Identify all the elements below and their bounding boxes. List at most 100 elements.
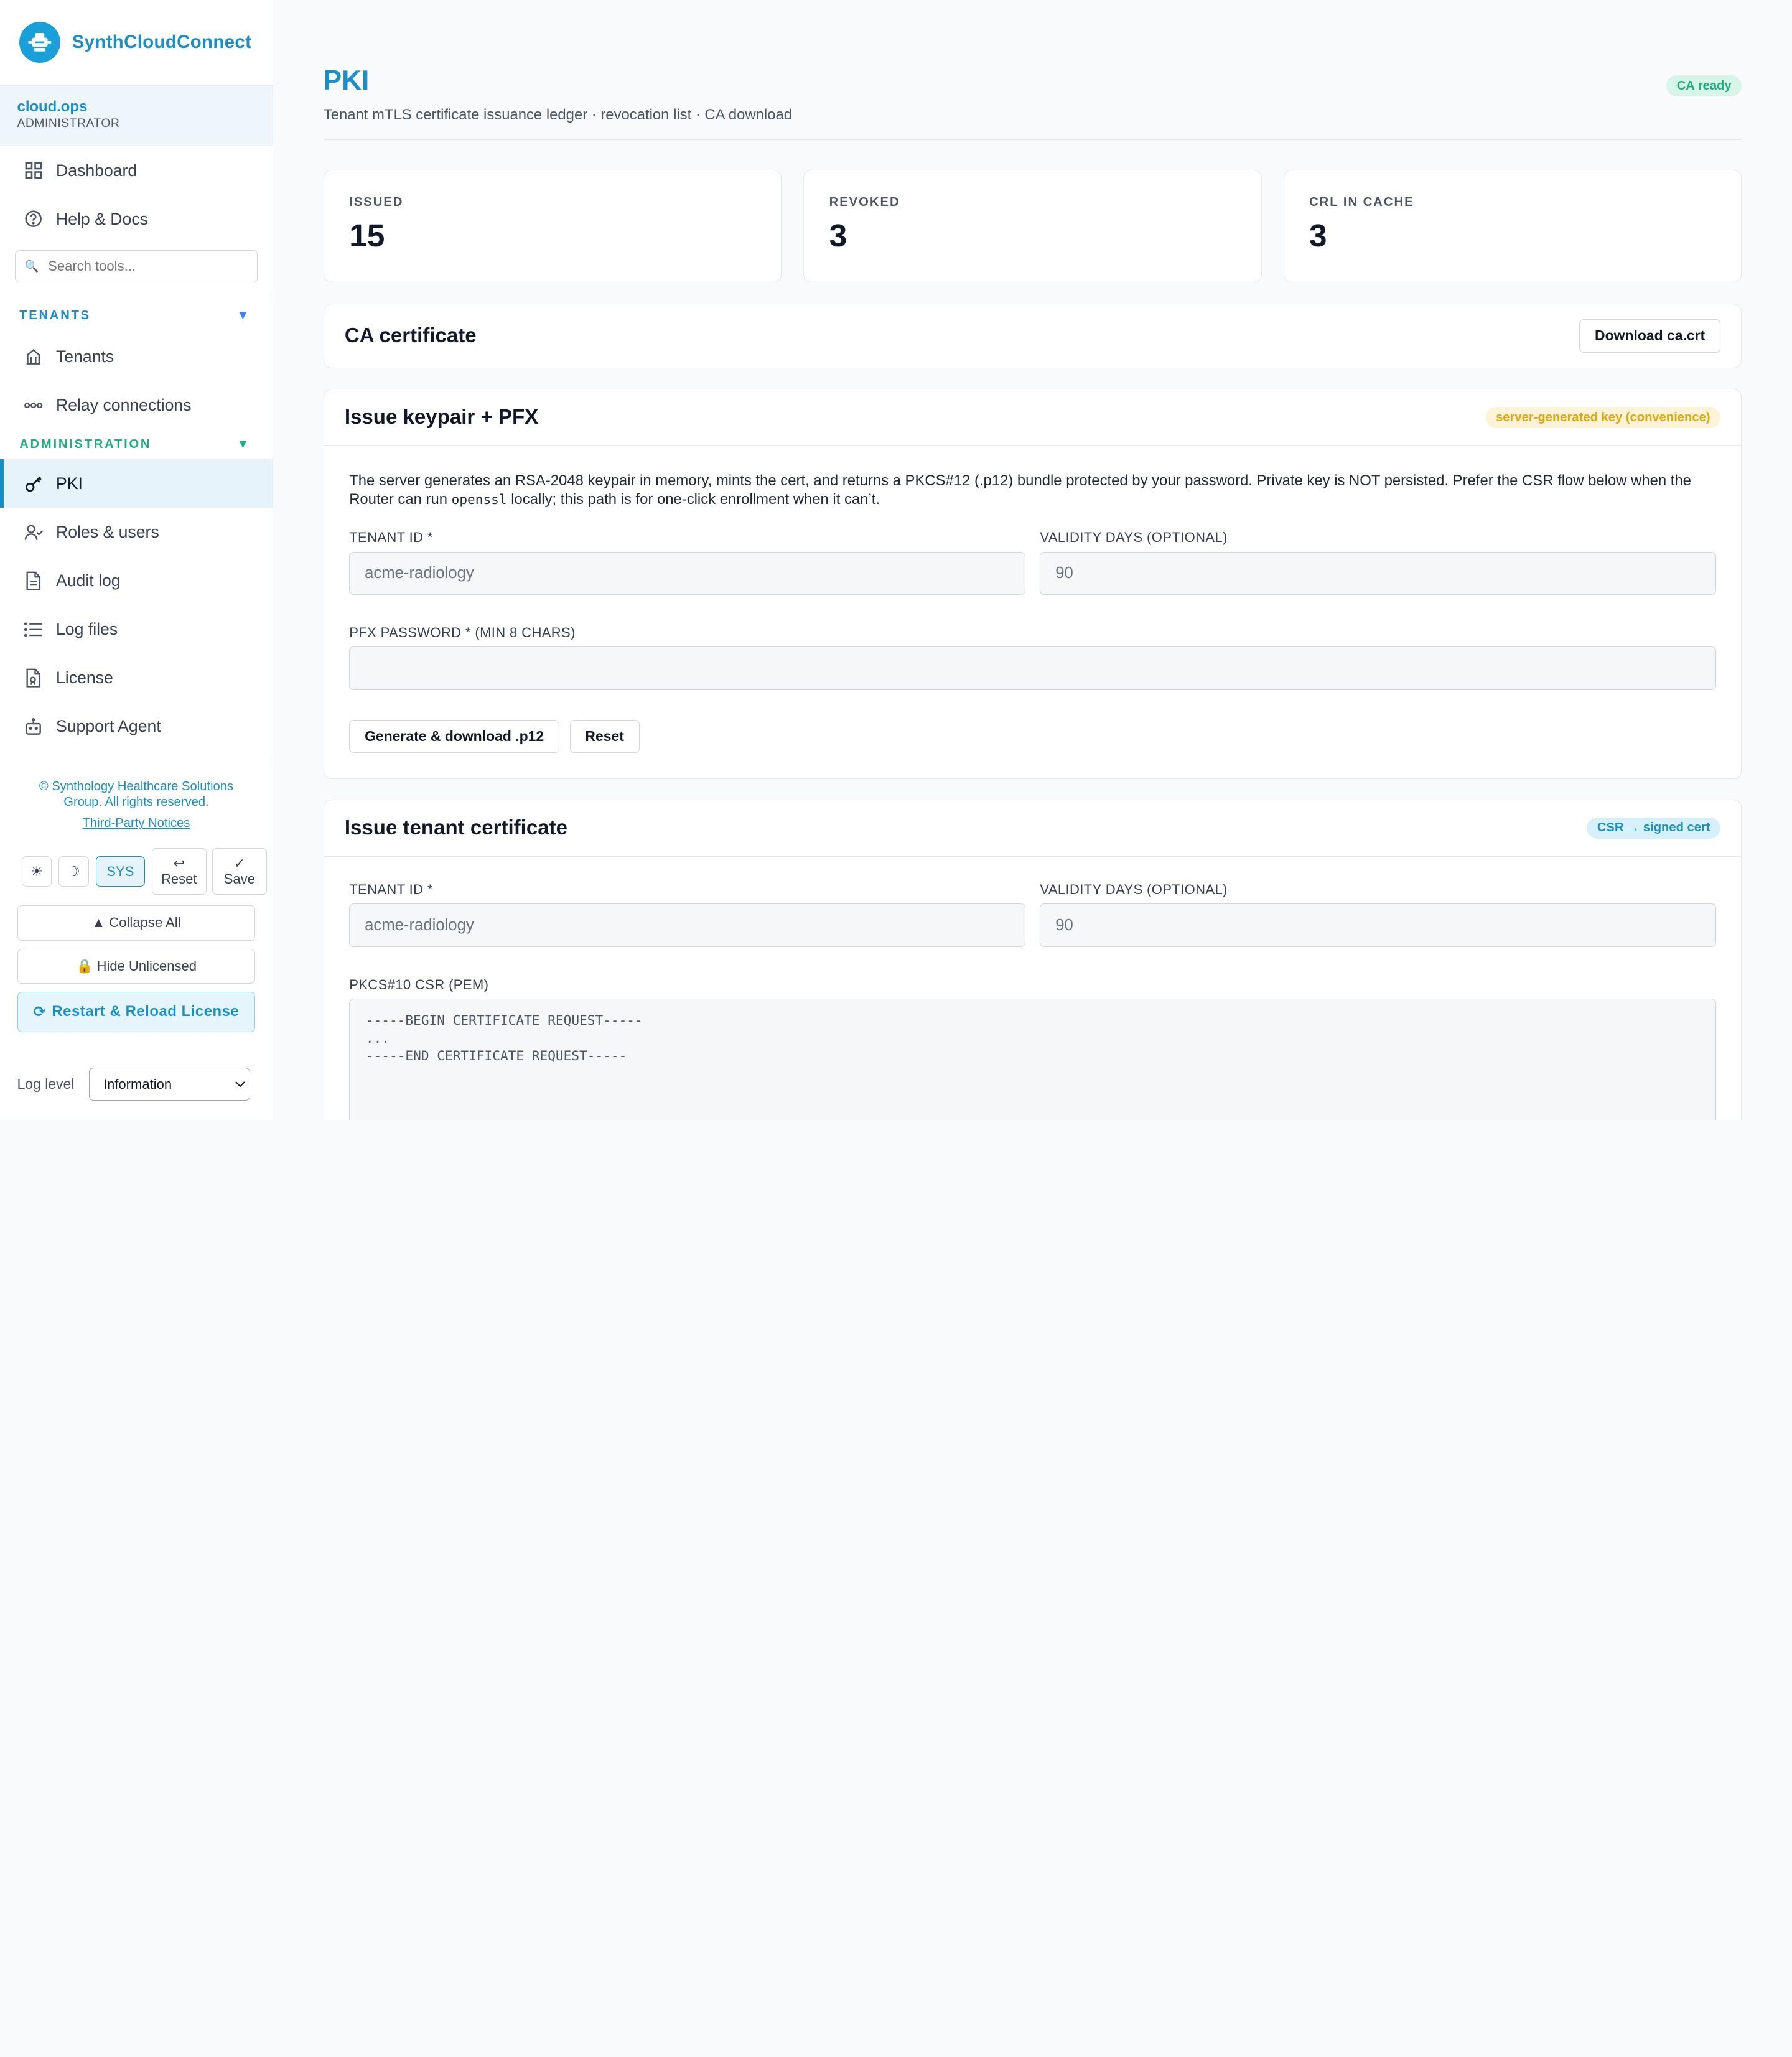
stat-value: 3 — [829, 217, 847, 254]
relay-icon — [24, 396, 44, 415]
nav-item-license[interactable]: License — [0, 653, 273, 702]
card-title: CA certificate — [344, 324, 477, 347]
nav-item-log-files[interactable]: Log files — [0, 605, 273, 653]
field-label: VALIDITY DAYS (OPTIONAL) — [1040, 881, 1228, 897]
field-label: VALIDITY DAYS (OPTIONAL) — [1040, 529, 1228, 546]
nav-item-label: License — [55, 668, 113, 687]
nav-item-label: Roles & users — [55, 522, 159, 541]
user-check-icon — [24, 523, 44, 542]
list-icon — [24, 620, 44, 639]
save-layout-button[interactable]: ✓ Save — [212, 847, 267, 895]
issue-tenant-certificate-card: Issue tenant certificate CSR → signed ce… — [323, 799, 1742, 1120]
section-toggle-administration[interactable]: ADMINISTRATION ▼ — [0, 430, 273, 460]
robot-icon — [24, 717, 44, 736]
nav-item-label: Support Agent — [55, 717, 161, 736]
collapse-all-button[interactable]: ▲ Collapse All — [17, 905, 256, 941]
ca-certificate-card: CA certificate Download ca.crt — [323, 303, 1742, 369]
brand-name: SynthCloudConnect — [72, 32, 252, 53]
generate-download-p12-button[interactable]: Generate & download .p12 — [349, 719, 559, 753]
tenant-id-input[interactable]: acme-radiology — [349, 903, 1025, 947]
stat-value: 15 — [349, 217, 385, 254]
user-role: ADMINISTRATOR — [17, 116, 120, 130]
nav-item-help-docs[interactable]: Help & Docs — [0, 195, 273, 243]
tenant-id-field: TENANT ID * acme-radiology — [349, 882, 1025, 947]
stat-card-revoked: REVOKED 3 — [803, 169, 1262, 283]
copyright-text: © Synthology Healthcare Solutions Group.… — [39, 779, 234, 809]
tenant-id-field: TENANT ID * acme-radiology — [349, 529, 1025, 595]
search-input[interactable] — [48, 258, 243, 274]
reset-form-button[interactable]: Reset — [569, 719, 640, 753]
nav-item-label: Audit log — [55, 571, 121, 590]
search-box[interactable]: 🔍 — [14, 250, 258, 282]
card-header: Issue keypair + PFX server-generated key… — [324, 389, 1741, 445]
nav-item-dashboard[interactable]: Dashboard — [0, 146, 273, 195]
csr-textarea[interactable]: -----BEGIN CERTIFICATE REQUEST----- ... … — [349, 998, 1716, 1120]
theme-dark-button[interactable]: ☽ — [58, 856, 89, 887]
restart-reload-license-button[interactable]: ⟳ Restart & Reload License — [17, 992, 256, 1032]
nav-item-support-agent[interactable]: Support Agent — [0, 702, 273, 751]
reset-label: Reset — [161, 870, 197, 887]
search-icon: 🔍 — [24, 259, 39, 273]
nav-item-label: PKI — [55, 473, 83, 493]
csr-badge: CSR → signed cert — [1587, 817, 1721, 839]
pfx-password-field: PFX PASSWORD * (MIN 8 CHARS) — [349, 625, 1716, 691]
stat-value: 3 — [1309, 217, 1327, 254]
section-toggle-tenants[interactable]: TENANTS ▼ — [0, 293, 273, 332]
nav-item-label: Log files — [55, 619, 118, 638]
reset-layout-button[interactable]: ↩ Reset — [151, 847, 207, 895]
nav-item-tenants[interactable]: Tenants — [0, 332, 273, 381]
pfx-password-input[interactable] — [349, 646, 1716, 691]
card-header: Issue tenant certificate CSR → signed ce… — [324, 800, 1741, 856]
undo-icon: ↩ — [173, 855, 185, 871]
validity-days-input[interactable]: 90 — [1040, 551, 1716, 595]
building-icon — [24, 347, 44, 366]
nav-item-label: Help & Docs — [55, 209, 148, 228]
help-circle-icon — [24, 210, 44, 229]
stat-label: ISSUED — [349, 195, 404, 210]
nav-item-roles-users[interactable]: Roles & users — [0, 508, 273, 556]
theme-system-button[interactable]: SYS — [95, 856, 145, 887]
hide-unlicensed-button[interactable]: 🔒 Hide Unlicensed — [17, 948, 256, 984]
chevron-down-icon: ▼ — [236, 437, 251, 451]
card-header: CA certificate Download ca.crt — [324, 304, 1741, 368]
save-label: Save — [223, 870, 255, 887]
stats-row: ISSUED 15 REVOKED 3 CRL IN CACHE 3 — [323, 169, 1742, 283]
nav-item-relay-connections[interactable]: Relay connections — [0, 381, 273, 429]
brand[interactable]: SynthCloudConnect — [0, 0, 273, 86]
stat-card-crl-in-cache: CRL IN CACHE 3 — [1283, 169, 1742, 283]
theme-controls: ☀ ☽ SYS ↩ Reset ✓ Save — [0, 847, 273, 895]
nav-item-audit-log[interactable]: Audit log — [0, 556, 273, 605]
field-row: TENANT ID * acme-radiology VALIDITY DAYS… — [349, 529, 1716, 595]
desc-code: openssl — [451, 492, 507, 508]
download-ca-button[interactable]: Download ca.crt — [1579, 319, 1721, 353]
tenant-id-input[interactable]: acme-radiology — [349, 551, 1025, 595]
restart-label: Restart & Reload License — [52, 1003, 240, 1020]
log-level-select[interactable]: Information — [89, 1067, 251, 1101]
sidebar-footer: © Synthology Healthcare Solutions Group.… — [0, 757, 273, 1101]
user-name: cloud.ops — [17, 98, 88, 115]
field-label: PFX PASSWORD * (MIN 8 CHARS) — [349, 625, 576, 641]
validity-days-input[interactable]: 90 — [1040, 903, 1716, 947]
pfx-description: The server generates an RSA-2048 keypair… — [349, 472, 1716, 510]
stat-label: REVOKED — [829, 195, 900, 210]
theme-light-button[interactable]: ☀ — [21, 856, 52, 887]
stat-card-issued: ISSUED 15 — [323, 169, 782, 283]
page-title: PKI — [323, 65, 370, 96]
third-party-notices-link[interactable]: Third-Party Notices — [0, 816, 273, 831]
key-icon — [24, 474, 44, 493]
user-box[interactable]: cloud.ops ADMINISTRATOR — [0, 85, 273, 147]
card-title: Issue tenant certificate — [344, 816, 567, 839]
validity-days-field: VALIDITY DAYS (OPTIONAL) 90 — [1040, 881, 1716, 947]
issue-pfx-card: Issue keypair + PFX server-generated key… — [323, 389, 1742, 779]
cloud-logo-icon — [19, 22, 61, 63]
refresh-icon: ⟳ — [33, 1003, 47, 1020]
server-key-badge: server-generated key (convenience) — [1485, 407, 1721, 429]
checkmark-icon: ✓ — [233, 855, 246, 871]
divider — [323, 139, 1742, 140]
section-title: ADMINISTRATION — [19, 437, 152, 451]
field-label: TENANT ID * — [349, 529, 433, 546]
stat-label: CRL IN CACHE — [1309, 195, 1414, 210]
nav-item-label: Relay connections — [55, 395, 192, 414]
nav-item-pki[interactable]: PKI — [0, 459, 273, 509]
form-actions: Generate & download .p12 Reset — [349, 719, 1716, 753]
